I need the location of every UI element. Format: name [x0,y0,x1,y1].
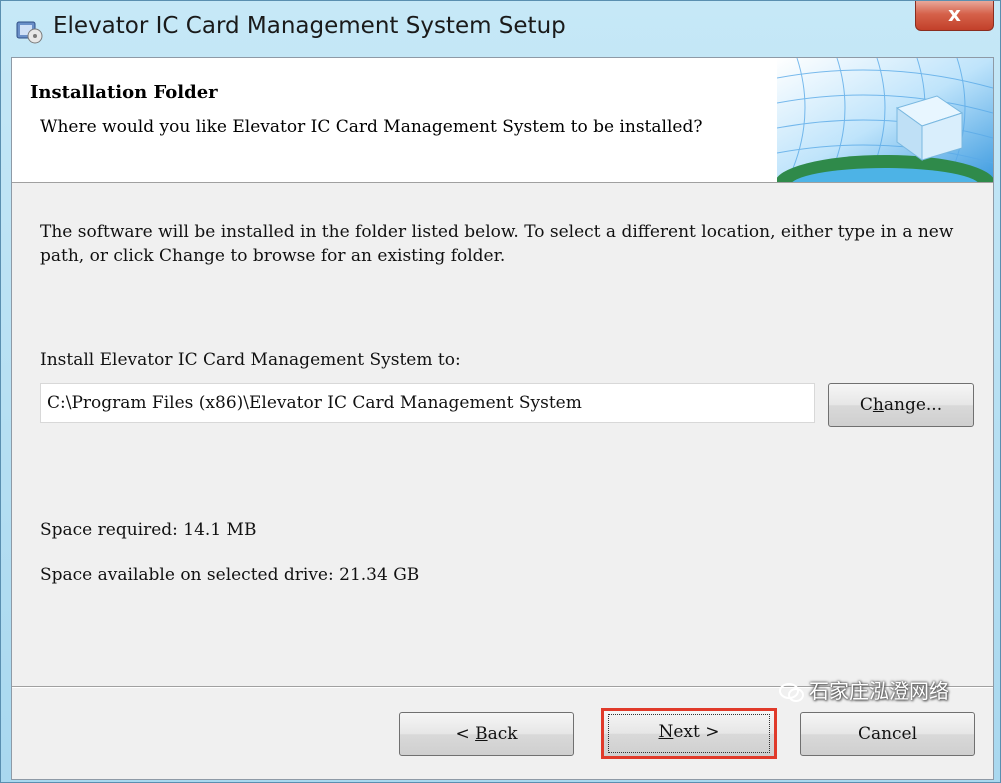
wechat-icon [779,682,804,702]
cancel-button[interactable]: Cancel [800,712,975,756]
next-button[interactable]: Next > [601,708,777,759]
installer-app-icon [16,21,43,44]
change-button-prefix: C [859,395,873,415]
change-button-suffix: ange... [883,395,943,415]
description-text: The software will be installed in the fo… [40,222,954,266]
space-available-text: Space available on selected drive: 21.34… [40,565,420,585]
focus-rectangle [608,714,770,753]
back-button-mnemonic: B [475,724,488,744]
page-title: Installation Folder [30,82,218,103]
wizard-header: Installation Folder Where would you like… [12,58,993,183]
title-bar[interactable]: Elevator IC Card Management System Setup… [1,1,1001,57]
window-title: Elevator IC Card Management System Setup [53,13,566,39]
install-path-label: Install Elevator IC Card Management Syst… [40,350,461,370]
back-button-prefix: < [455,724,476,744]
back-button[interactable]: < Back [399,712,574,756]
change-button-mnemonic: h [872,395,884,415]
install-path-input[interactable]: C:\Program Files (x86)\Elevator IC Card … [40,383,815,423]
setup-window: Elevator IC Card Management System Setup… [0,0,1001,783]
close-button[interactable]: x [915,1,994,31]
close-icon: x [948,2,961,26]
back-button-suffix: ack [487,724,518,744]
globe-grid-banner-icon [777,58,993,182]
watermark: 石家庄泓澄网络 [779,671,982,711]
page-subtitle: Where would you like Elevator IC Card Ma… [40,117,703,137]
change-button[interactable]: Change... [828,383,974,427]
space-required-text: Space required: 14.1 MB [40,520,257,540]
watermark-text: 石家庄泓澄网络 [809,679,949,703]
